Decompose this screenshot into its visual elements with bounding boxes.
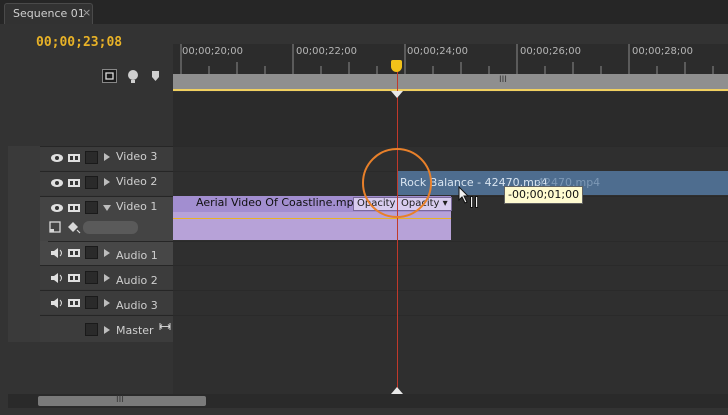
playhead-line[interactable] (397, 64, 398, 394)
track-area-spacer (173, 92, 728, 146)
scrollbar-thumb[interactable]: III (38, 395, 206, 406)
tab-label: Sequence 01 (13, 7, 85, 20)
track-lane-audio3[interactable] (173, 290, 728, 315)
lock-checkbox[interactable] (85, 271, 98, 284)
display-style-icon[interactable] (49, 221, 62, 234)
lock-checkbox[interactable] (85, 296, 98, 309)
collapse-arrow-icon[interactable] (103, 205, 111, 211)
marker-icon[interactable] (151, 70, 161, 82)
eye-icon[interactable] (50, 177, 64, 189)
zoom-scrollbar[interactable]: III (173, 74, 728, 89)
track-name: Audio 2 (116, 274, 158, 287)
eye-icon[interactable] (50, 202, 64, 214)
expand-arrow-icon[interactable] (104, 249, 110, 257)
lock-checkbox[interactable] (85, 246, 98, 259)
track-name: Video 3 (116, 150, 158, 163)
expand-arrow-icon[interactable] (104, 178, 110, 186)
zoom-grip[interactable]: III (499, 75, 507, 85)
tab-sequence-01[interactable]: Sequence 01 × (4, 3, 93, 24)
keyframe-nav-control[interactable] (83, 221, 138, 234)
film-icon[interactable] (67, 152, 81, 164)
lock-checkbox[interactable] (85, 323, 98, 336)
expand-arrow-icon[interactable] (104, 274, 110, 282)
work-area-bar[interactable] (173, 89, 728, 91)
highlight-circle (362, 148, 432, 218)
film-icon[interactable] (67, 177, 81, 189)
expand-arrow-icon[interactable] (104, 153, 110, 161)
master-track-icon (159, 323, 171, 330)
close-icon[interactable]: × (82, 6, 91, 19)
audio1-header-left-strip (40, 241, 48, 265)
ruler-ticks (180, 44, 714, 74)
track-name: Audio 1 (116, 249, 158, 262)
track-header-spacer (8, 92, 173, 146)
opacity-rubberband[interactable] (173, 218, 451, 219)
expand-arrow-icon[interactable] (104, 299, 110, 307)
track-area-empty (173, 342, 728, 394)
drag-time-tooltip: -00;00;01;00 (504, 186, 584, 204)
add-marker-icon[interactable] (126, 69, 140, 83)
lock-checkbox[interactable] (85, 176, 98, 189)
film-icon[interactable] (67, 247, 81, 259)
playhead-handle[interactable] (391, 60, 402, 72)
track-lane-master[interactable] (173, 315, 728, 342)
film-icon[interactable] (67, 202, 81, 214)
current-timecode[interactable]: 00;00;23;08 (36, 35, 122, 50)
clip-name: Aerial Video Of Coastline.mp4 (196, 196, 361, 209)
scroll-grip[interactable]: III (116, 395, 124, 405)
track-lane-audio2[interactable] (173, 265, 728, 290)
lock-checkbox[interactable] (85, 151, 98, 164)
track-header-empty (8, 342, 173, 394)
eye-icon[interactable] (50, 152, 64, 164)
lock-checkbox[interactable] (85, 201, 98, 214)
film-icon[interactable] (67, 297, 81, 309)
film-icon[interactable] (67, 272, 81, 284)
cursor-icon (458, 186, 478, 208)
expand-arrow-icon[interactable] (104, 326, 110, 334)
playhead-marker-top (391, 91, 403, 98)
speaker-icon[interactable] (50, 272, 64, 284)
snap-icon[interactable] (102, 69, 117, 83)
track-lane-video3[interactable] (173, 146, 728, 171)
keyframe-icon[interactable] (67, 221, 81, 234)
speaker-icon[interactable] (50, 247, 64, 259)
speaker-icon[interactable] (50, 297, 64, 309)
track-name: Video 2 (116, 175, 158, 188)
playhead-marker-bottom (391, 387, 403, 394)
track-name: Video 1 (116, 200, 158, 213)
track-name: Audio 3 (116, 299, 158, 312)
tab-bar (0, 0, 728, 25)
track-lane-audio1[interactable] (173, 241, 728, 265)
track-name: Master (116, 324, 154, 337)
